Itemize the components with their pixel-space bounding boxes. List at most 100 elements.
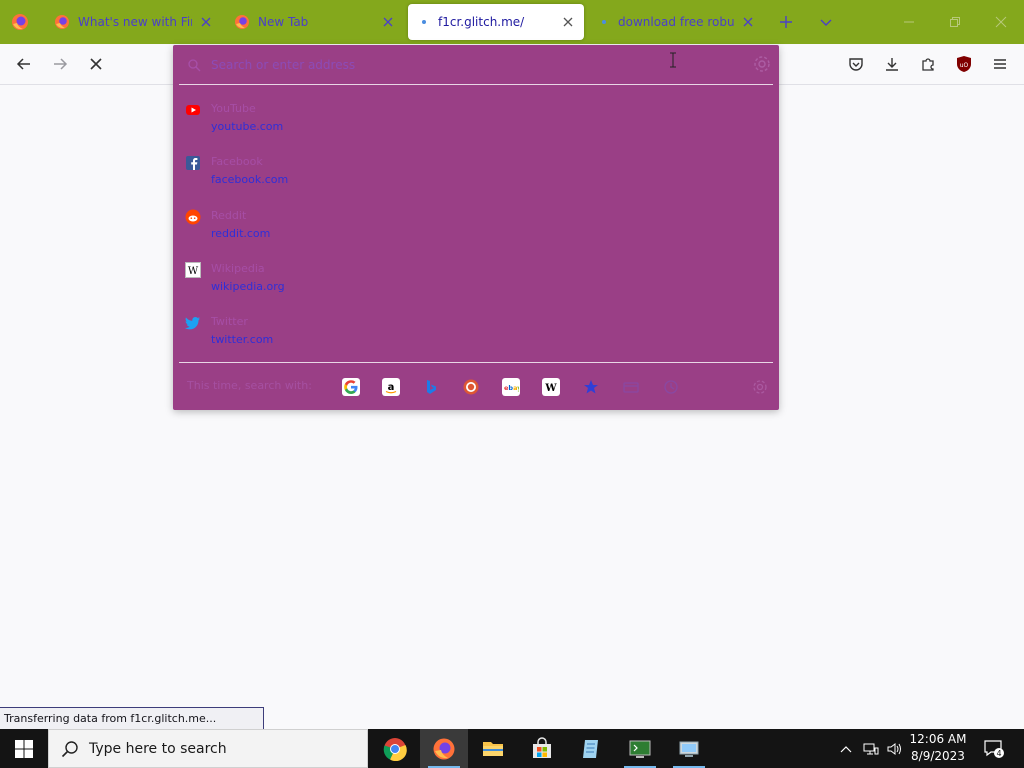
tab-download-free-robux[interactable]: download free robux	[588, 4, 764, 40]
taskbar-file-explorer[interactable]	[469, 729, 517, 768]
google-icon	[344, 380, 358, 394]
tab-label: download free robux	[618, 15, 734, 29]
gear-icon[interactable]	[753, 55, 771, 73]
suggestion-url: reddit.com	[211, 227, 271, 240]
svg-text:ebay: ebay	[504, 384, 519, 392]
suggestion-facebook[interactable]: Facebook facebook.com	[183, 153, 483, 197]
bing-icon	[427, 380, 436, 394]
tab-label: f1cr.glitch.me/	[438, 15, 525, 29]
twitter-icon	[185, 317, 200, 330]
windows-taskbar: Type here to search 12:06 AM 8/9/2023 4	[0, 729, 1024, 768]
facebook-icon	[186, 156, 200, 170]
forward-button[interactable]	[48, 52, 72, 76]
tab-close-button[interactable]	[560, 14, 576, 30]
taskbar-microsoft-store[interactable]	[518, 729, 566, 768]
show-hidden-icons-button[interactable]	[836, 729, 856, 768]
text-cursor-icon	[670, 52, 676, 68]
clock-date: 8/9/2023	[911, 749, 965, 763]
pocket-icon	[849, 58, 863, 71]
tab-f1cr-active[interactable]: f1cr.glitch.me/	[408, 4, 584, 40]
taskbar-app-terminal[interactable]	[616, 729, 664, 768]
notification-icon: 4	[984, 739, 1004, 758]
suggestion-youtube[interactable]: YouTube youtube.com	[183, 100, 483, 144]
firefox-icon	[235, 15, 249, 29]
start-button[interactable]	[0, 729, 48, 768]
divider	[179, 362, 773, 363]
close-window-button[interactable]	[978, 0, 1024, 44]
one-off-search-label: This time, search with:	[187, 379, 312, 392]
close-icon	[383, 17, 393, 27]
firefox-view-icon[interactable]	[10, 12, 30, 32]
urlbar-dropdown-panel: Search or enter address YouTube youtube.…	[173, 45, 779, 410]
reddit-icon	[185, 209, 201, 225]
taskbar-app-system[interactable]	[665, 729, 713, 768]
divider	[179, 84, 773, 85]
svg-text:W: W	[544, 383, 557, 394]
folder-icon	[483, 741, 503, 756]
svg-text:a: a	[388, 382, 395, 393]
chevron-up-icon	[840, 745, 852, 752]
search-engine-amazon[interactable]: a	[382, 378, 400, 396]
download-icon	[886, 58, 898, 71]
suggestion-title: Twitter	[211, 315, 248, 328]
taskbar-chrome[interactable]	[371, 729, 419, 768]
minimize-button[interactable]	[886, 0, 932, 44]
tab-new-tab[interactable]: New Tab	[226, 4, 404, 40]
wikipedia-icon: W	[544, 383, 557, 394]
search-engine-google[interactable]	[342, 378, 360, 396]
ublock-origin-button[interactable]: uO	[952, 52, 976, 76]
taskbar-clock[interactable]: 12:06 AM 8/9/2023	[906, 731, 970, 767]
stop-button[interactable]	[84, 52, 108, 76]
back-button[interactable]	[12, 52, 36, 76]
taskbar-search-box[interactable]: Type here to search	[48, 729, 368, 768]
search-engine-wikipedia[interactable]: W	[542, 378, 560, 396]
notepad-icon	[583, 739, 598, 758]
search-engine-duckduckgo[interactable]	[462, 378, 480, 396]
monitor-icon	[629, 740, 651, 758]
search-engine-ebay[interactable]: ebay	[502, 378, 520, 396]
tab-close-button[interactable]	[740, 14, 756, 30]
stop-icon	[90, 58, 102, 70]
store-icon	[533, 736, 551, 758]
youtube-icon	[186, 105, 200, 115]
search-settings-button[interactable]	[751, 378, 769, 396]
pocket-button[interactable]	[844, 52, 868, 76]
taskbar-app-notepad[interactable]	[567, 729, 615, 768]
search-tabs-button[interactable]	[622, 378, 640, 396]
chrome-icon	[383, 737, 407, 761]
taskbar-firefox[interactable]	[420, 729, 468, 768]
suggestion-wikipedia[interactable]: W Wikipedia wikipedia.org	[183, 260, 483, 304]
suggestion-title: Facebook	[211, 155, 263, 168]
hamburger-menu-icon	[994, 59, 1006, 69]
extensions-button[interactable]	[916, 52, 940, 76]
plus-icon	[780, 16, 792, 28]
close-icon	[201, 17, 211, 27]
suggestion-reddit[interactable]: Reddit reddit.com	[183, 207, 483, 251]
duckduckgo-icon	[463, 379, 479, 395]
app-menu-button[interactable]	[988, 52, 1012, 76]
search-history-button[interactable]	[662, 378, 680, 396]
computer-icon	[679, 741, 699, 757]
downloads-button[interactable]	[880, 52, 904, 76]
suggestion-twitter[interactable]: Twitter twitter.com	[183, 313, 483, 357]
chevron-down-icon	[820, 19, 832, 26]
restore-button[interactable]	[932, 0, 978, 44]
search-engine-bing[interactable]	[422, 378, 440, 396]
notifications-button[interactable]: 4	[980, 729, 1008, 768]
urlbar-input[interactable]: Search or enter address	[187, 55, 747, 75]
search-bookmarks-button[interactable]	[582, 378, 600, 396]
svg-text:W: W	[188, 266, 199, 277]
network-button[interactable]	[860, 729, 882, 768]
tab-close-button[interactable]	[380, 14, 396, 30]
amazon-icon: a	[383, 379, 399, 395]
network-icon	[863, 743, 879, 754]
volume-button[interactable]	[884, 729, 906, 768]
close-icon	[743, 17, 753, 27]
suggestion-title: YouTube	[211, 102, 256, 115]
list-all-tabs-button[interactable]	[816, 12, 836, 32]
forward-arrow-icon	[54, 58, 68, 70]
tab-whats-new[interactable]: What's new with Firef	[46, 4, 222, 40]
new-tab-button[interactable]	[776, 12, 796, 32]
tab-close-button[interactable]	[198, 14, 214, 30]
close-icon	[563, 17, 573, 27]
